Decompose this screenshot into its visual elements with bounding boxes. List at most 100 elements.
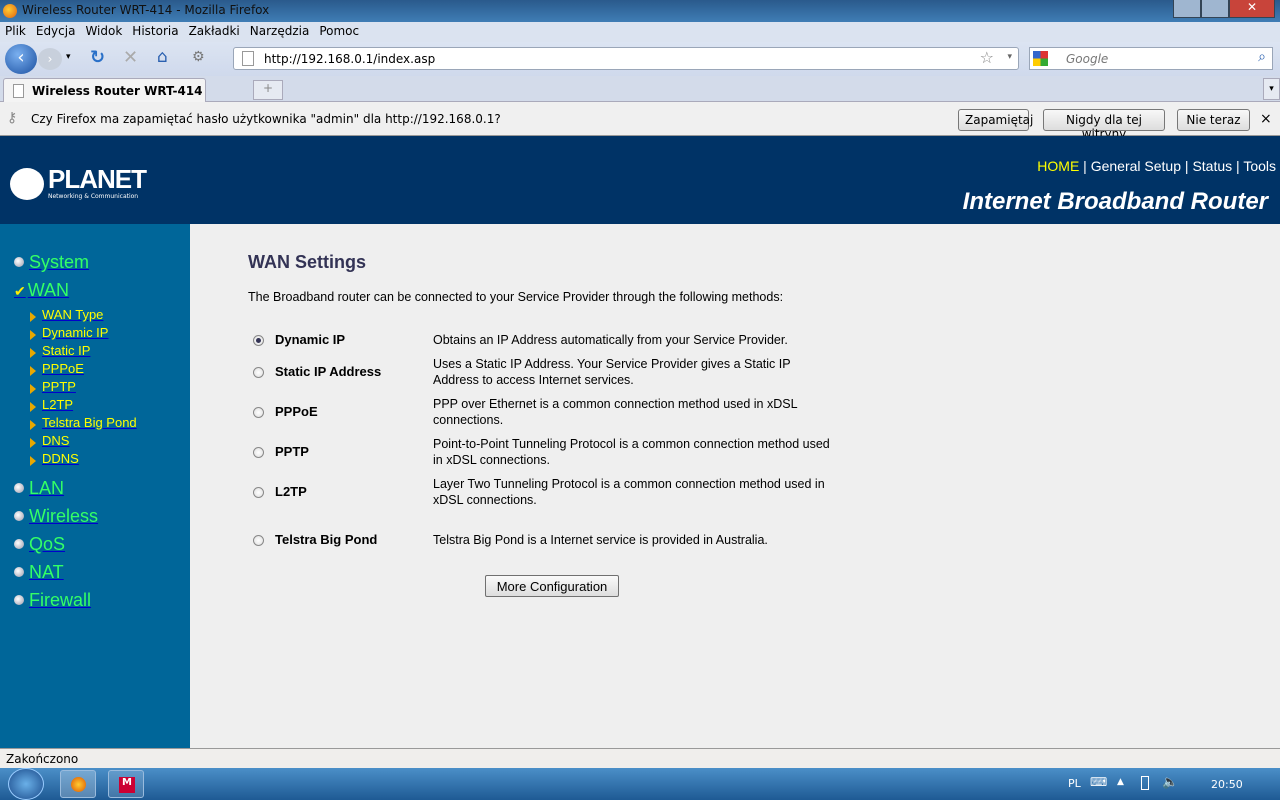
stop-icon[interactable]: ✕ — [123, 47, 138, 68]
menu-bar: Plik Edycja Widok Historia Zakładki Narz… — [0, 22, 1280, 42]
url-bar[interactable]: http://192.168.0.1/index.asp ☆ ▾ — [233, 47, 1019, 70]
wan-option-description: Telstra Big Pond is a Internet service i… — [433, 533, 768, 547]
url-text: http://192.168.0.1/index.asp — [264, 52, 436, 66]
arrow-icon — [30, 402, 36, 412]
tray-expand-icon[interactable]: ▲ — [1117, 777, 1124, 787]
sidebar: System ✔ WAN WAN Type Dynamic IP Static I… — [0, 224, 190, 748]
wan-option-radio[interactable] — [253, 447, 264, 458]
more-configuration-button[interactable]: More Configuration — [485, 575, 619, 597]
menu-zakladki[interactable]: Zakładki — [184, 22, 245, 42]
wan-option-radio[interactable] — [253, 335, 264, 346]
sidebar-sub-static-ip[interactable]: Static IP — [30, 343, 90, 358]
sidebar-item-qos[interactable]: QoS — [14, 534, 65, 555]
taskbar-firefox[interactable] — [60, 770, 96, 798]
sidebar-sub-wan-type[interactable]: WAN Type — [30, 307, 103, 322]
sidebar-sub-dynamic-ip[interactable]: Dynamic IP — [30, 325, 108, 340]
planet-logo: PLANET — [48, 164, 147, 194]
home-icon[interactable]: ⌂ — [157, 47, 168, 67]
menu-historia[interactable]: Historia — [127, 22, 183, 42]
forward-button[interactable]: › — [38, 48, 62, 70]
sidebar-sub-telstra[interactable]: Telstra Big Pond — [30, 415, 137, 430]
volume-icon[interactable]: 🔈 — [1162, 775, 1178, 790]
taskbar-app-m[interactable]: M — [108, 770, 144, 798]
search-box[interactable]: Google ⌕ — [1029, 47, 1273, 70]
google-engine-icon[interactable] — [1033, 51, 1048, 66]
sidebar-item-nat[interactable]: NAT — [14, 562, 64, 583]
maximize-button[interactable] — [1201, 0, 1229, 18]
search-icon[interactable]: ⌕ — [1258, 49, 1266, 65]
not-now-button[interactable]: Nie teraz — [1177, 109, 1250, 131]
sidebar-item-firewall[interactable]: Firewall — [14, 590, 91, 611]
key-icon: ⚷ — [7, 110, 18, 126]
wan-option-label[interactable]: Dynamic IP — [275, 332, 345, 347]
tab-wireless-router[interactable]: Wireless Router WRT-414 — [3, 78, 206, 102]
router-header: PLANET Networking & Communication HOME |… — [0, 136, 1280, 224]
sidebar-item-label: System — [29, 252, 90, 272]
sidebar-sub-ddns[interactable]: DDNS — [30, 451, 79, 466]
minimize-button[interactable] — [1173, 0, 1201, 18]
nav-status[interactable]: Status — [1192, 158, 1232, 174]
bullet-icon — [14, 595, 24, 605]
sidebar-sub-pppoe[interactable]: PPPoE — [30, 361, 84, 376]
close-window-button[interactable]: ✕ — [1229, 0, 1275, 18]
wan-option-label[interactable]: Static IP Address — [275, 364, 381, 379]
firefox-icon — [3, 4, 17, 18]
arrow-icon — [30, 312, 36, 322]
addon-icon[interactable]: ⚙ — [192, 49, 205, 65]
language-indicator[interactable]: PL — [1068, 777, 1081, 790]
sidebar-item-wan[interactable]: ✔ WAN — [14, 280, 69, 301]
menu-plik[interactable]: Plik — [0, 22, 31, 42]
bullet-icon — [14, 483, 24, 493]
planet-logo-icon — [10, 168, 44, 200]
new-tab-button[interactable]: + — [253, 80, 283, 100]
wan-option-label[interactable]: PPPoE — [275, 404, 318, 419]
intro-text: The Broadband router can be connected to… — [248, 290, 784, 304]
arrow-icon — [30, 348, 36, 358]
wan-option-radio[interactable] — [253, 367, 264, 378]
arrow-icon — [30, 420, 36, 430]
wan-option-label[interactable]: Telstra Big Pond — [275, 532, 377, 547]
sidebar-item-system[interactable]: System — [14, 252, 89, 273]
taskbar: M PL ⌨ ▲ 🔈 20:50 — [0, 768, 1280, 800]
wan-option-description: Point-to-Point Tunneling Protocol is a c… — [433, 437, 830, 467]
close-notification-icon[interactable]: × — [1260, 111, 1272, 127]
tab-label: Wireless Router WRT-414 — [32, 84, 203, 98]
tab-list-button[interactable]: ▾ — [1263, 78, 1280, 100]
nav-tools[interactable]: Tools — [1243, 158, 1276, 174]
wan-option-radio[interactable] — [253, 535, 264, 546]
keyboard-icon[interactable]: ⌨ — [1090, 775, 1107, 789]
remember-button[interactable]: Zapamiętaj — [958, 109, 1033, 131]
sidebar-sub-dns[interactable]: DNS — [30, 433, 69, 448]
start-button[interactable] — [8, 768, 44, 800]
wan-option-description: Layer Two Tunneling Protocol is a common… — [433, 477, 825, 507]
back-button[interactable]: ‹ — [5, 44, 37, 74]
menu-pomoc[interactable]: Pomoc — [314, 22, 364, 42]
arrow-icon — [30, 384, 36, 394]
url-dropdown-icon[interactable]: ▾ — [1007, 52, 1012, 62]
battery-icon[interactable] — [1141, 776, 1149, 790]
sidebar-sub-label: PPTP — [42, 379, 76, 394]
wan-option-radio[interactable] — [253, 487, 264, 498]
check-icon: ✔ — [14, 283, 26, 299]
sidebar-item-wireless[interactable]: Wireless — [14, 506, 98, 527]
never-for-site-button[interactable]: Nigdy dla tej witryny — [1043, 109, 1165, 141]
sidebar-sub-l2tp[interactable]: L2TP — [30, 397, 73, 412]
menu-edycja[interactable]: Edycja — [31, 22, 81, 42]
search-placeholder: Google — [1066, 52, 1109, 66]
history-dropdown-icon[interactable]: ▾ — [66, 52, 71, 62]
wan-option-radio[interactable] — [253, 407, 264, 418]
reload-icon[interactable]: ↻ — [90, 47, 105, 68]
nav-home[interactable]: HOME — [1037, 158, 1079, 174]
sidebar-item-lan[interactable]: LAN — [14, 478, 64, 499]
menu-narzedzia[interactable]: Narzędzia — [245, 22, 315, 42]
wan-option-label[interactable]: L2TP — [275, 484, 307, 499]
sidebar-item-label: QoS — [29, 534, 66, 554]
wan-option-label[interactable]: PPTP — [275, 444, 309, 459]
top-nav: HOME | General Setup | Status | Tools — [1037, 158, 1276, 174]
arrow-icon — [30, 456, 36, 466]
clock[interactable]: 20:50 — [1211, 778, 1243, 791]
menu-widok[interactable]: Widok — [80, 22, 127, 42]
bookmark-star-icon[interactable]: ☆ — [980, 48, 994, 67]
nav-general-setup[interactable]: General Setup — [1091, 158, 1181, 174]
sidebar-sub-pptp[interactable]: PPTP — [30, 379, 76, 394]
